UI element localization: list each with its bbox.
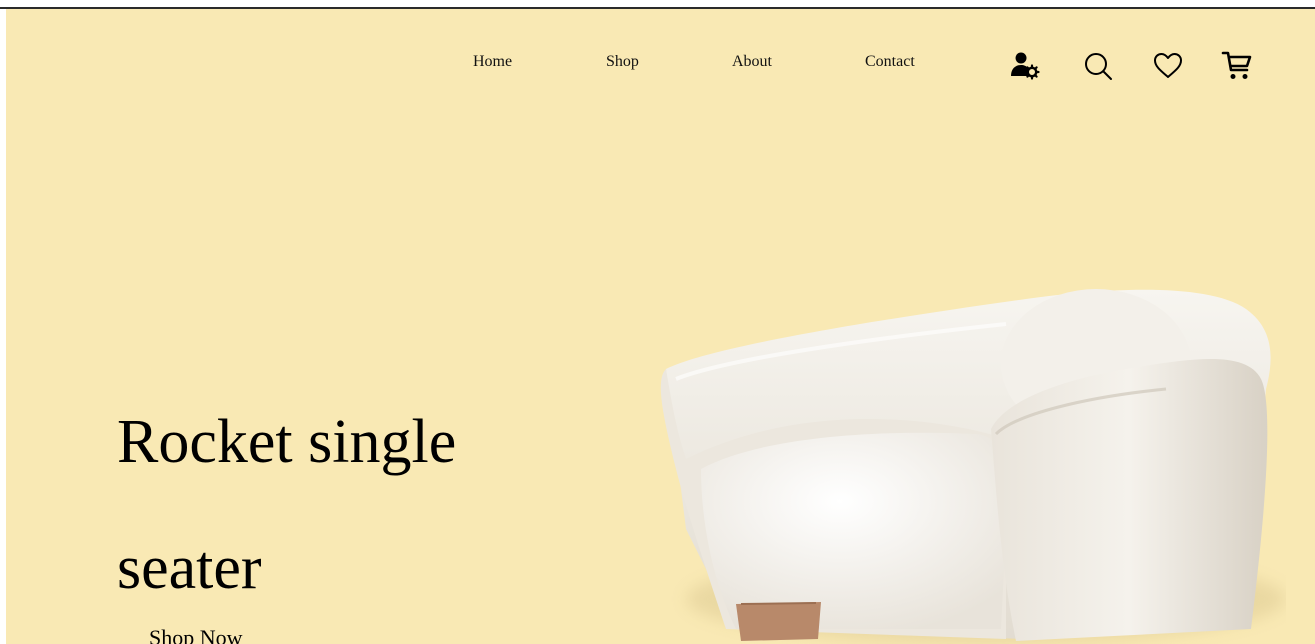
hero-title: Rocket single seater [117,379,557,631]
search-icon[interactable] [1081,49,1115,83]
hero-section: Home Shop About Contact Rocket single se… [6,9,1315,644]
nav-link-home[interactable]: Home [473,53,512,71]
heart-icon[interactable] [1151,49,1185,83]
hero-title-line-2: seater [117,534,262,602]
shop-now-button[interactable]: Shop Now [149,623,243,644]
window-top-border [0,0,1315,9]
main-navigation: Home Shop About Contact [6,9,1315,119]
nav-link-shop[interactable]: Shop [606,53,639,71]
user-settings-icon[interactable] [1007,49,1041,83]
nav-link-about[interactable]: About [732,53,772,71]
nav-link-contact[interactable]: Contact [865,53,915,71]
page: Home Shop About Contact Rocket single se… [0,0,1315,644]
hero-product-image [646,269,1286,644]
cart-icon[interactable] [1220,49,1254,83]
hero-title-line-1: Rocket single [117,408,457,476]
